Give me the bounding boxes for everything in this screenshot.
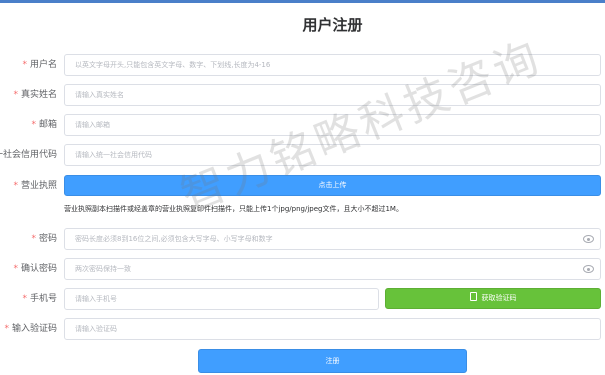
realname-label: * 真实姓名 bbox=[13, 90, 57, 100]
license-label: * 营业执照 bbox=[13, 181, 57, 191]
page-title: 用户注册 bbox=[302, 16, 363, 34]
license-upload-tip: 营业执照副本扫描件或经盖章的营业执照复印件扫描件，只能上传1个jpg/png/j… bbox=[64, 205, 403, 213]
confirm-password-placeholder: 两次密码保持一致 bbox=[75, 265, 131, 273]
realname-row: * 真实姓名 请输入真实姓名 bbox=[0, 84, 605, 106]
confirm-password-input[interactable]: 两次密码保持一致 bbox=[64, 258, 601, 280]
sms-code-label: * 输入验证码 bbox=[4, 324, 57, 334]
eye-icon[interactable] bbox=[583, 265, 594, 273]
eye-icon[interactable] bbox=[583, 235, 594, 243]
credit-code-row: *统一社会信用代码 请输入统一社会信用代码 bbox=[0, 144, 605, 166]
get-code-button[interactable]: 获取验证码 bbox=[385, 288, 601, 309]
credit-code-input[interactable]: 请输入统一社会信用代码 bbox=[64, 144, 601, 166]
credit-code-label: *统一社会信用代码 bbox=[0, 150, 57, 160]
email-row: * 邮箱 请输入邮箱 bbox=[0, 114, 605, 136]
phone-placeholder: 请输入手机号 bbox=[75, 295, 117, 303]
phone-label: * 手机号 bbox=[22, 294, 57, 304]
password-placeholder: 密码长度必须8到16位之间,必须包含大写字母、小写字母和数字 bbox=[75, 235, 273, 243]
username-placeholder: 以英文字母开头,只能包含英文字母、数字、下划线,长度为4-16 bbox=[75, 61, 271, 69]
upload-button[interactable]: 点击上传 bbox=[64, 175, 601, 196]
password-label: * 密码 bbox=[31, 234, 57, 244]
realname-placeholder: 请输入真实姓名 bbox=[75, 91, 124, 99]
email-placeholder: 请输入邮箱 bbox=[75, 121, 110, 129]
mobile-phone-icon bbox=[469, 292, 477, 301]
credit-code-placeholder: 请输入统一社会信用代码 bbox=[75, 151, 152, 159]
phone-row: * 手机号 请输入手机号 获取验证码 bbox=[0, 288, 605, 310]
sms-code-input[interactable]: 请输入验证码 bbox=[64, 318, 601, 340]
phone-input[interactable]: 请输入手机号 bbox=[64, 288, 379, 310]
sms-code-row: * 输入验证码 请输入验证码 bbox=[0, 318, 605, 340]
username-input[interactable]: 以英文字母开头,只能包含英文字母、数字、下划线,长度为4-16 bbox=[64, 54, 601, 76]
license-row: * 营业执照 点击上传 bbox=[0, 175, 605, 197]
password-input[interactable]: 密码长度必须8到16位之间,必须包含大写字母、小写字母和数字 bbox=[64, 228, 601, 250]
password-row: * 密码 密码长度必须8到16位之间,必须包含大写字母、小写字母和数字 bbox=[0, 228, 605, 250]
top-accent-bar bbox=[0, 0, 605, 3]
register-button[interactable]: 注册 bbox=[198, 349, 467, 373]
email-label: * 邮箱 bbox=[31, 120, 57, 130]
sms-code-placeholder: 请输入验证码 bbox=[75, 325, 117, 333]
confirm-password-label: * 确认密码 bbox=[13, 264, 57, 274]
email-input[interactable]: 请输入邮箱 bbox=[64, 114, 601, 136]
username-label: * 用户名 bbox=[22, 60, 57, 70]
realname-input[interactable]: 请输入真实姓名 bbox=[64, 84, 601, 106]
confirm-password-row: * 确认密码 两次密码保持一致 bbox=[0, 258, 605, 280]
username-row: * 用户名 以英文字母开头,只能包含英文字母、数字、下划线,长度为4-16 bbox=[0, 54, 605, 76]
